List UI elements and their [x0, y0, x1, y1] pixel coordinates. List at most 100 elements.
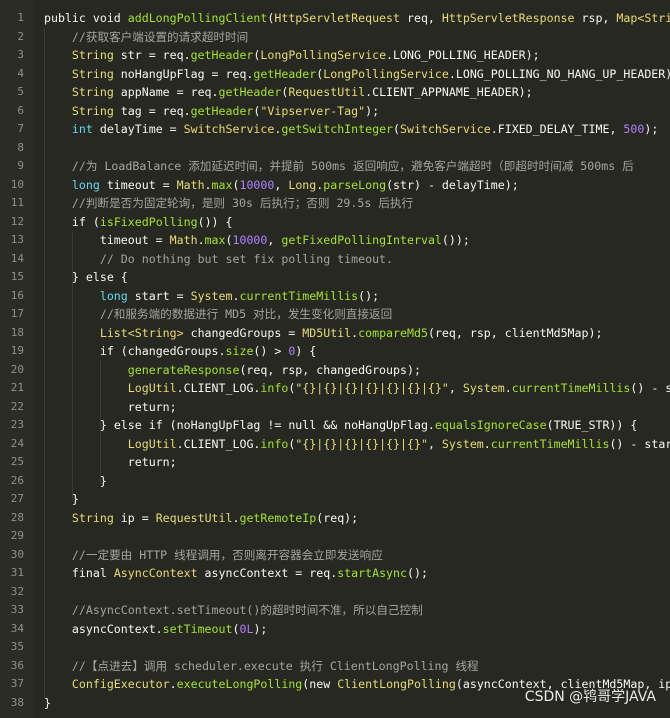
code-line[interactable]: 19 if (changedGroups.size() > 0) { [0, 342, 670, 361]
line-number: 15 [10, 270, 24, 283]
code-token: rsp, [574, 11, 617, 25]
line-number: 11 [10, 196, 24, 209]
code-token: addLongPollingClient [127, 11, 268, 25]
code-token: LongPollingService [323, 66, 449, 81]
code-line[interactable]: 7 int delayTime = SwitchService.getSwitc… [0, 120, 670, 139]
code-line[interactable]: 25 return; [0, 453, 670, 472]
code-token: (str) - delayTime); [386, 177, 519, 192]
code-token: } [44, 695, 51, 710]
code-token: size [225, 344, 254, 358]
code-text: String str = req.getHeader(LongPollingSe… [44, 46, 540, 65]
code-line[interactable]: 6 String tag = req.getHeader("Vipserver-… [0, 102, 670, 121]
code-line[interactable]: 31 final AsyncContext asyncContext = req… [0, 564, 670, 583]
code-text: //和服务端的数据进行 MD5 对比，发生变化则直接返回 [44, 305, 392, 324]
code-token: parseLong [323, 177, 387, 192]
code-token: String [71, 510, 114, 525]
code-editor[interactable]: 1 public void addLongPollingClient(HttpSe… [0, 0, 670, 718]
code-line[interactable]: 8 [0, 139, 670, 158]
code-token: getFixedPollingInterval [281, 233, 442, 247]
code-line[interactable]: 16 long start = System.currentTimeMillis… [0, 287, 670, 306]
line-number: 21 [10, 381, 24, 394]
code-text: long timeout = Math.max(10000, Long.pars… [44, 176, 519, 195]
code-token: ); [365, 103, 380, 118]
code-line[interactable]: 30 //一定要由 HTTP 线程调用，否则离开容器会立即发送响应 [0, 546, 670, 565]
code-line[interactable]: 27 } [0, 490, 670, 509]
code-token: timeout = [99, 177, 177, 192]
code-token: //获取客户端设置的请求超时时间 [71, 29, 249, 44]
code-line[interactable]: 13 timeout = Math.max(10000, getFixedPol… [0, 231, 670, 250]
code-token: "{}|{}|{}|{}|{}|{}|{}" [295, 381, 449, 395]
code-line[interactable]: 12 if (isFixedPolling()) { [0, 213, 670, 232]
code-token: setTimeout [162, 621, 233, 636]
code-area[interactable]: 1 public void addLongPollingClient(HttpSe… [0, 9, 670, 712]
line-number: 10 [10, 177, 24, 191]
code-token: //判断是否为固定轮询，是则 30s 后执行；否则 29.5s 后执行 [71, 196, 414, 210]
code-token: LongPollingService [260, 48, 387, 62]
code-line[interactable]: 1 public void addLongPollingClient(HttpSe… [0, 9, 670, 28]
code-text: } [44, 490, 79, 509]
code-line[interactable]: 21 LogUtil.CLIENT_LOG.info("{}|{}|{}|{}|… [0, 379, 670, 398]
code-text: public void addLongPollingClient(HttpSer… [44, 9, 670, 28]
code-text: return; [44, 398, 177, 417]
code-token: Long [288, 177, 317, 192]
code-token: max [211, 177, 233, 192]
code-token: . [483, 436, 491, 451]
code-line[interactable]: 28 String ip = RequestUtil.getRemoteIp(r… [0, 509, 670, 528]
line-number: 8 [17, 140, 24, 154]
code-token: , [427, 436, 442, 451]
code-token: currentTimeMillis [239, 288, 359, 303]
code-line[interactable]: 4 String noHangUpFlag = req.getHeader(Lo… [0, 65, 670, 84]
code-line[interactable]: 20 generateResponse(req, rsp, changedGro… [0, 361, 670, 380]
code-line[interactable]: 17 //和服务端的数据进行 MD5 对比，发生变化则直接返回 [0, 305, 670, 324]
code-line[interactable]: 36 //【点进去】调用 scheduler.execute 执行 Client… [0, 657, 670, 676]
code-line[interactable]: 10 long timeout = Math.max(10000, Long.p… [0, 176, 670, 195]
code-token: ()) { [197, 214, 233, 229]
code-token: max [204, 233, 226, 247]
code-token: getHeader [218, 85, 282, 99]
code-line[interactable]: 3 String str = req.getHeader(LongPolling… [0, 46, 670, 65]
code-token: noHangUpFlag = req. [113, 66, 254, 81]
code-line[interactable]: 35 [0, 638, 670, 657]
code-line[interactable]: 11 //判断是否为固定轮询，是则 30s 后执行；否则 29.5s 后执行 [0, 194, 670, 213]
code-token: long [99, 288, 128, 303]
code-line[interactable]: 26 } [0, 472, 670, 491]
code-token: .LONG_POLLING_NO_HANG_UP_HEADER); [448, 66, 670, 81]
code-line[interactable]: 18 List<String> changedGroups = MD5Util.… [0, 324, 670, 343]
code-line[interactable]: 34 asyncContext.setTimeout(0L); [0, 620, 670, 639]
code-text: // Do nothing but set fix polling timeou… [44, 250, 393, 269]
code-line[interactable]: 22 return; [0, 398, 670, 417]
code-token: info [260, 381, 289, 395]
code-text: String tag = req.getHeader("Vipserver-Ta… [44, 102, 379, 121]
code-token: getRemoteIp [239, 510, 317, 525]
code-line[interactable]: 32 [0, 583, 670, 602]
code-text: //AsyncContext.setTimeout()的超时时间不准，所以自己控… [44, 601, 423, 620]
code-line[interactable]: 24 LogUtil.CLIENT_LOG.info("{}|{}|{}|{}|… [0, 435, 670, 454]
code-token: if [99, 344, 114, 358]
code-token: final [71, 566, 107, 580]
code-token: new [309, 677, 331, 691]
code-line[interactable]: 29 [0, 527, 670, 546]
code-token: . [504, 381, 512, 395]
code-token: String [71, 103, 114, 118]
code-token: .CLIENT_APPNAME_HEADER); [365, 85, 533, 99]
code-line[interactable]: 15 } else { [0, 268, 670, 287]
code-token: .LONG_POLLING_HEADER); [386, 48, 540, 62]
code-text: //【点进去】调用 scheduler.execute 执行 ClientLon… [44, 657, 479, 676]
code-token: str = req. [113, 48, 191, 62]
code-line[interactable]: 9 //为 LoadBalance 添加延迟时间，并提前 500ms 返回响应，… [0, 157, 670, 176]
code-line[interactable]: 2 //获取客户端设置的请求超时时间 [0, 28, 670, 47]
code-text: //为 LoadBalance 添加延迟时间，并提前 500ms 返回响应，避免… [44, 157, 634, 176]
line-number: 32 [10, 584, 24, 598]
code-line[interactable]: 33 //AsyncContext.setTimeout()的超时时间不准，所以… [0, 601, 670, 620]
code-line[interactable]: 14 // Do nothing but set fix polling tim… [0, 250, 670, 269]
code-token: asyncContext. [44, 621, 163, 636]
code-line[interactable]: 5 String appName = req.getHeader(Request… [0, 83, 670, 102]
code-line[interactable]: 23 } else if (noHangUpFlag != null && no… [0, 416, 670, 435]
